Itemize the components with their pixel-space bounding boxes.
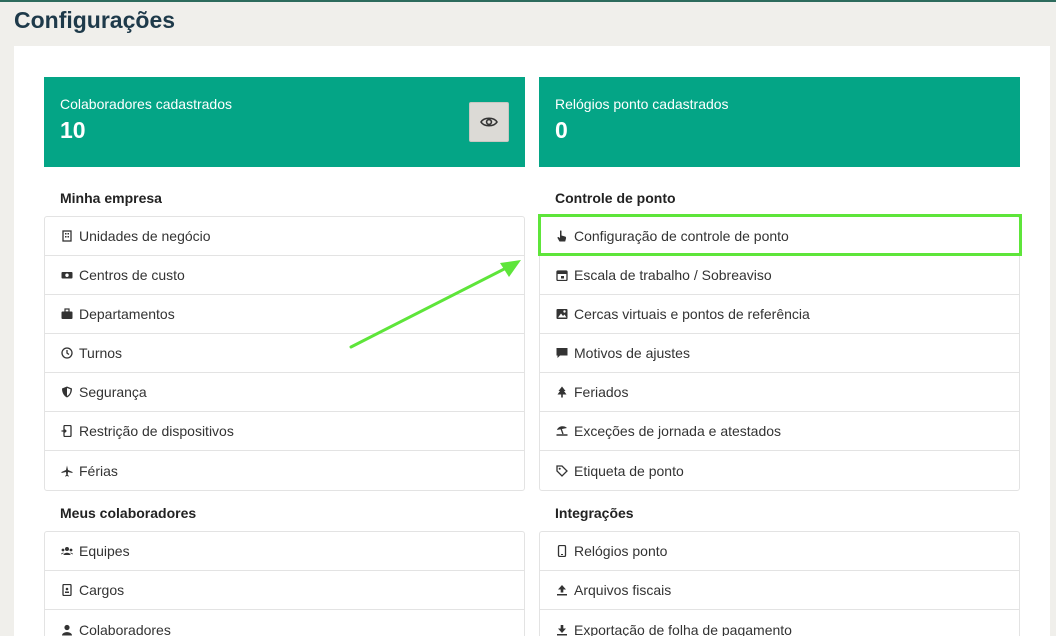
list-item-label: Exceções de jornada e atestados bbox=[574, 423, 782, 439]
list-item-label: Relógios ponto bbox=[574, 543, 668, 559]
list-controle-de-ponto: Configuração de controle de ponto Escala … bbox=[539, 216, 1020, 491]
user-icon bbox=[60, 623, 74, 636]
device-lock-icon bbox=[60, 424, 74, 438]
employees-stat-value: 10 bbox=[60, 117, 86, 143]
list-item[interactable]: Motivos de ajustes bbox=[540, 334, 1019, 373]
list-item-label: Colaboradores bbox=[79, 621, 171, 636]
page-title: Configurações bbox=[14, 7, 176, 33]
clocks-stat-label: Relógios ponto cadastrados bbox=[555, 96, 729, 112]
list-item[interactable]: Restrição de dispositivos bbox=[45, 412, 524, 451]
list-item-label: Equipes bbox=[79, 543, 130, 559]
list-item-label: Centros de custo bbox=[79, 267, 185, 283]
list-item-label: Feriados bbox=[574, 384, 629, 400]
section-title-integracoes: Integrações bbox=[555, 505, 634, 521]
list-item[interactable]: Relógios ponto bbox=[540, 532, 1019, 571]
list-item-label: Cargos bbox=[79, 582, 125, 598]
shield-icon bbox=[60, 385, 74, 399]
briefcase-icon bbox=[60, 307, 74, 321]
upload-icon bbox=[555, 583, 569, 597]
list-item[interactable]: Arquivos fiscais bbox=[540, 571, 1019, 610]
list-item[interactable]: Segurança bbox=[45, 373, 524, 412]
users-icon bbox=[60, 544, 74, 558]
employees-stat-label: Colaboradores cadastrados bbox=[60, 96, 232, 112]
list-item[interactable]: Configuração de controle de ponto bbox=[540, 217, 1019, 256]
mobile-icon bbox=[555, 544, 569, 558]
list-item-label: Escala de trabalho / Sobreaviso bbox=[574, 267, 772, 283]
list-item[interactable]: Etiqueta de ponto bbox=[540, 451, 1019, 490]
view-employees-button[interactable] bbox=[469, 102, 509, 142]
list-item-label: Unidades de negócio bbox=[79, 228, 211, 244]
list-item-label: Restrição de dispositivos bbox=[79, 423, 234, 439]
list-integracoes: Relógios ponto Arquivos fiscais Exportação… bbox=[539, 531, 1020, 636]
eye-icon bbox=[480, 117, 498, 127]
umbrella-beach-icon bbox=[555, 424, 569, 438]
clock-icon bbox=[60, 346, 74, 360]
list-item-label: Etiqueta de ponto bbox=[574, 462, 684, 479]
list-item-label: Cercas virtuais e pontos de referência bbox=[574, 306, 810, 322]
list-minha-empresa: Unidades de negócio Centros de custo Depar… bbox=[44, 216, 525, 491]
money-icon bbox=[60, 268, 74, 282]
section-title-controle-de-ponto: Controle de ponto bbox=[555, 190, 676, 206]
tag-icon bbox=[555, 464, 569, 478]
list-item[interactable]: Unidades de negócio bbox=[45, 217, 524, 256]
list-item-label: Configuração de controle de ponto bbox=[574, 228, 789, 244]
list-item-label: Exportação de folha de pagamento bbox=[574, 621, 792, 636]
calendar-icon bbox=[555, 268, 569, 282]
list-item[interactable]: Centros de custo bbox=[45, 256, 524, 295]
list-item[interactable]: Turnos bbox=[45, 334, 524, 373]
list-item[interactable]: Colaboradores bbox=[45, 610, 524, 636]
section-title-meus-colaboradores: Meus colaboradores bbox=[60, 505, 197, 521]
list-item[interactable]: Férias bbox=[45, 451, 524, 490]
list-item[interactable]: Cercas virtuais e pontos de referência bbox=[540, 295, 1019, 334]
list-item-label: Turnos bbox=[79, 345, 123, 361]
list-item[interactable]: Escala de trabalho / Sobreaviso bbox=[540, 256, 1019, 295]
section-title-minha-empresa: Minha empresa bbox=[60, 190, 162, 206]
list-item[interactable]: Exportação de folha de pagamento bbox=[540, 610, 1019, 636]
download-icon bbox=[555, 623, 569, 636]
id-badge-icon bbox=[60, 583, 74, 597]
map-image-icon bbox=[555, 307, 569, 321]
plane-icon bbox=[60, 464, 74, 478]
list-item-label: Departamentos bbox=[79, 306, 175, 322]
clocks-stat-value: 0 bbox=[555, 117, 568, 143]
list-item[interactable]: Cargos bbox=[45, 571, 524, 610]
list-item-label: Motivos de ajustes bbox=[574, 345, 690, 361]
list-item[interactable]: Feriados bbox=[540, 373, 1019, 412]
list-item[interactable]: Equipes bbox=[45, 532, 524, 571]
list-item[interactable]: Departamentos bbox=[45, 295, 524, 334]
building-icon bbox=[60, 229, 74, 243]
tree-icon bbox=[555, 385, 569, 399]
list-item-label: Férias bbox=[79, 462, 118, 479]
list-meus-colaboradores: Equipes Cargos Colaboradores bbox=[44, 531, 525, 636]
clocks-stat-card: Relógios ponto cadastrados 0 bbox=[539, 77, 1020, 167]
list-item-label: Segurança bbox=[79, 384, 147, 400]
comment-icon bbox=[555, 346, 569, 360]
list-item-label: Arquivos fiscais bbox=[574, 582, 672, 598]
hand-pointer-icon bbox=[555, 229, 569, 243]
employees-stat-card: Colaboradores cadastrados 10 bbox=[44, 77, 525, 167]
list-item[interactable]: Exceções de jornada e atestados bbox=[540, 412, 1019, 451]
